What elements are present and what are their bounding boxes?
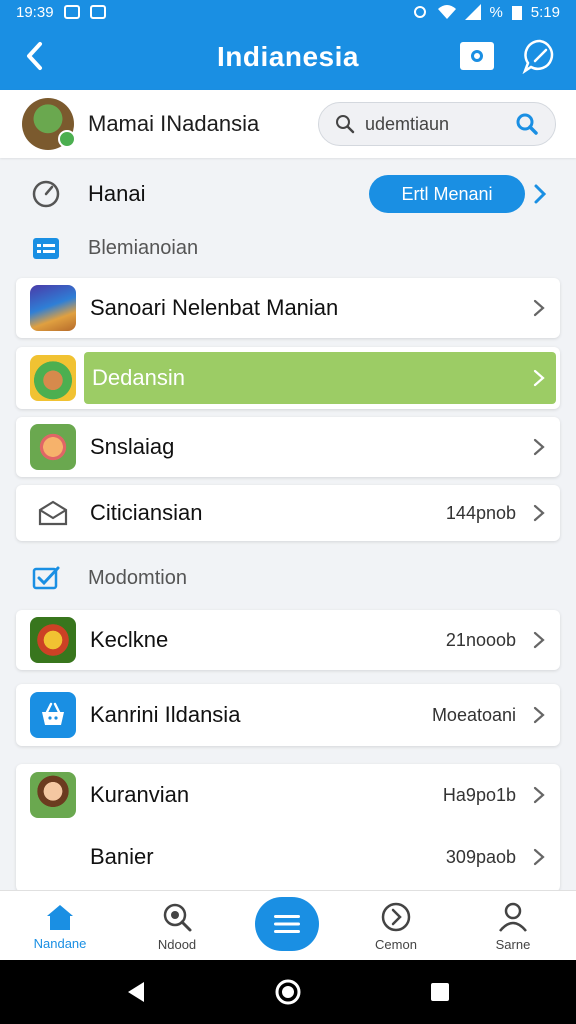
item-meta: 21nooob	[445, 629, 516, 650]
chevron-right-icon	[533, 848, 545, 866]
item-title: Kuranvian	[90, 782, 190, 807]
nav-profile[interactable]: Sarne	[458, 891, 568, 961]
chevron-right-icon	[533, 369, 545, 387]
item-title: Sanoari Nelenbat Manian	[90, 295, 339, 320]
inbox-icon	[30, 490, 76, 536]
checkbox-icon	[32, 566, 60, 590]
item-title: Citiciansian	[90, 500, 203, 525]
nav-search[interactable]: Ndood	[122, 891, 232, 961]
list-item[interactable]: Citiciansian 144pnob	[16, 485, 560, 541]
user-icon	[499, 902, 527, 932]
chevron-circle-icon	[381, 902, 411, 931]
back-button[interactable]	[20, 41, 50, 71]
signal-icon	[465, 4, 482, 20]
system-nav-bar	[0, 960, 576, 1024]
vibrate-icon	[414, 6, 427, 18]
status-time: 19:39	[16, 3, 54, 21]
clock-icon	[32, 180, 60, 208]
item-meta: Ha9po1b	[442, 784, 516, 805]
chevron-right-icon[interactable]	[530, 182, 550, 206]
battery-icon	[511, 6, 522, 20]
home-icon	[47, 904, 73, 930]
page-title: Indianesia	[217, 41, 359, 72]
back-arrow-icon	[27, 42, 42, 70]
edit-button[interactable]: Ertl Menani	[369, 175, 525, 213]
avatar[interactable]	[22, 98, 76, 150]
list-item[interactable]: Sanoari Nelenbat Manian	[16, 278, 560, 338]
nav-comment[interactable]: Cemon	[341, 891, 451, 961]
chevron-right-icon	[533, 504, 545, 522]
list-icon	[33, 238, 59, 259]
system-home-button[interactable]	[272, 976, 304, 1008]
list-item[interactable]: Kuranvian Ha9po1b	[16, 764, 560, 826]
battery-percent: %	[489, 3, 503, 21]
status-clock: 5:19	[530, 3, 560, 21]
wifi-icon	[438, 5, 457, 19]
chevron-right-icon	[533, 786, 545, 804]
item-title: Keclkne	[90, 627, 169, 652]
list-item[interactable]: Banier 309paob	[16, 826, 560, 888]
bottom-nav: Nandane Ndood Cemon Sarne	[0, 890, 576, 960]
app-bar: Indianesia	[0, 24, 576, 90]
list-item-selected[interactable]: Dedansin	[16, 347, 560, 409]
section-header: Blemianoian	[0, 228, 576, 268]
system-back-button[interactable]	[120, 976, 152, 1008]
section-label: Modomtion	[88, 566, 187, 589]
nav-label: Nandane	[33, 935, 87, 951]
home-label: Hanai	[88, 181, 146, 206]
search-icon	[336, 115, 355, 134]
app-thumbnail	[30, 285, 76, 331]
search-text: udemtiaun	[365, 113, 450, 134]
blank-thumbnail	[30, 834, 76, 880]
chevron-right-icon	[533, 706, 545, 724]
camera-button[interactable]	[460, 42, 494, 70]
item-title: Snslaiag	[90, 434, 175, 459]
app-notification-icon	[89, 5, 106, 19]
item-title: Kanrini Ildansia	[90, 702, 241, 727]
square-recents-icon	[431, 983, 449, 1001]
search-submit-icon[interactable]	[515, 112, 539, 136]
triangle-back-icon	[128, 982, 144, 1002]
section-label: Blemianoian	[88, 236, 199, 259]
item-meta: Moeatoani	[431, 704, 516, 725]
system-recents-button[interactable]	[424, 976, 456, 1008]
profile-name: Mamai INadansia	[88, 111, 260, 136]
list-group: Kuranvian Ha9po1b Banier 309paob	[16, 764, 560, 892]
search-input[interactable]: udemtiaun	[318, 102, 556, 146]
list-item[interactable]: Kanrini Ildansia Moeatoani	[16, 684, 560, 746]
nav-label: Cemon	[375, 936, 417, 952]
search-icon	[163, 903, 192, 931]
circle-home-icon	[275, 979, 301, 1005]
item-meta: 309paob	[445, 846, 516, 867]
nav-home[interactable]: Nandane	[5, 891, 115, 961]
item-meta: 144pnob	[445, 502, 516, 523]
app-thumbnail	[30, 355, 76, 401]
status-bar: 19:39 % 5:19	[0, 0, 576, 24]
list-item[interactable]: Snslaiag	[16, 417, 560, 477]
avatar	[30, 772, 76, 818]
home-row[interactable]: Hanai Ertl Menani	[0, 168, 576, 220]
chevron-right-icon	[533, 299, 545, 317]
profile-bar: Mamai INadansia udemtiaun	[0, 90, 576, 158]
app-thumbnail	[30, 617, 76, 663]
item-title: Banier	[90, 844, 154, 869]
chevron-right-icon	[533, 631, 545, 649]
camera-icon	[471, 50, 483, 62]
item-title: Dedansin	[92, 365, 185, 390]
notification-icon	[63, 5, 80, 19]
nav-label: Sarne	[495, 936, 531, 952]
chat-icon[interactable]	[522, 38, 558, 74]
nav-label: Ndood	[157, 936, 197, 952]
menu-icon	[274, 915, 300, 933]
chevron-right-icon	[533, 438, 545, 456]
shopping-basket-icon	[30, 692, 76, 738]
list-item[interactable]: Keclkne 21nooob	[16, 610, 560, 670]
section-header: Modomtion	[0, 558, 576, 598]
menu-button[interactable]	[255, 897, 319, 951]
app-thumbnail	[30, 424, 76, 470]
